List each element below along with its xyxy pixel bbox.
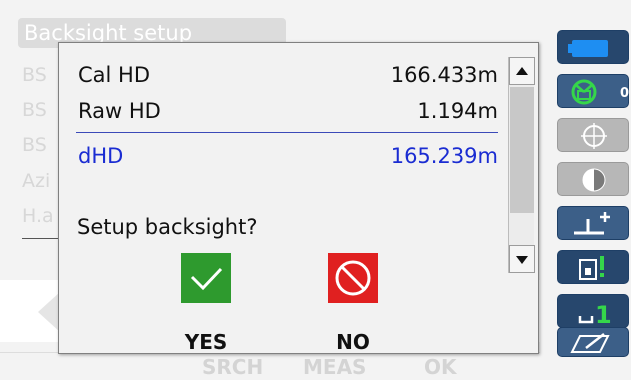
scroll-up-button[interactable] bbox=[509, 57, 535, 85]
prohibited-icon bbox=[328, 253, 378, 303]
battery-icon bbox=[568, 40, 608, 57]
page-left-arrow-icon bbox=[38, 292, 60, 332]
prism-half-circle-icon bbox=[582, 168, 606, 192]
memory-card-icon bbox=[579, 256, 604, 280]
instrument-screen: Backsight setup BS BS BS Azi H.a SRCH ME… bbox=[0, 0, 631, 380]
background-row-label: BS bbox=[22, 99, 47, 121]
raw-hd-row: Raw HD 1.194m bbox=[78, 97, 498, 125]
height-button[interactable] bbox=[557, 206, 629, 240]
cal-hd-row: Cal HD 166.433m bbox=[78, 61, 498, 89]
yes-label[interactable]: YES bbox=[166, 330, 246, 354]
softkey-ok: OK bbox=[424, 355, 457, 379]
input-mode-button[interactable] bbox=[557, 327, 629, 357]
checkmark-icon bbox=[181, 253, 231, 303]
no-button[interactable] bbox=[328, 253, 378, 303]
scroll-thumb[interactable] bbox=[510, 87, 534, 213]
background-row-label: Azi bbox=[22, 170, 51, 192]
dialog-scrollbar[interactable] bbox=[508, 57, 535, 273]
instrument-height-plus-icon bbox=[574, 212, 610, 235]
softkey-bar: SRCH MEAS OK bbox=[0, 352, 540, 380]
svg-text:1: 1 bbox=[595, 301, 612, 328]
no-label[interactable]: NO bbox=[313, 330, 393, 354]
target-count: 0 bbox=[620, 86, 630, 101]
yes-button[interactable] bbox=[181, 253, 231, 303]
background-row-label: H.a bbox=[22, 205, 54, 227]
cal-hd-label: Cal HD bbox=[78, 63, 151, 87]
softkey-meas: MEAS bbox=[303, 355, 367, 379]
arrow-up-icon bbox=[516, 67, 528, 75]
arrow-down-icon bbox=[516, 256, 528, 264]
cal-hd-value: 166.433m bbox=[390, 63, 498, 87]
background-row-label: BS bbox=[22, 64, 47, 86]
softkey-srch: SRCH bbox=[202, 355, 264, 379]
scroll-down-button[interactable] bbox=[509, 245, 535, 273]
background-row-label: BS bbox=[22, 134, 47, 156]
target-tilt-icon bbox=[571, 79, 597, 105]
dhd-value: 165.239m bbox=[390, 144, 498, 168]
memory-button[interactable] bbox=[557, 250, 629, 284]
face-1-icon: 1 bbox=[578, 301, 612, 328]
prism-button[interactable] bbox=[557, 162, 629, 196]
target-button[interactable] bbox=[557, 74, 629, 108]
face-button[interactable]: 1 bbox=[557, 294, 629, 328]
result-divider bbox=[76, 132, 498, 133]
raw-hd-value: 1.194m bbox=[417, 99, 498, 123]
confirm-question: Setup backsight? bbox=[77, 215, 258, 239]
raw-hd-label: Raw HD bbox=[78, 99, 161, 123]
input-mode-icon bbox=[570, 333, 610, 353]
battery-button[interactable] bbox=[557, 30, 629, 64]
crosshair-button[interactable] bbox=[557, 118, 629, 152]
dhd-label: dHD bbox=[78, 144, 124, 168]
crosshair-icon bbox=[581, 123, 607, 149]
status-icon-column: 1 bbox=[557, 30, 629, 360]
backsight-confirm-dialog: Cal HD 166.433m Raw HD 1.194m dHD 165.23… bbox=[58, 42, 539, 354]
dhd-row: dHD 165.239m bbox=[78, 142, 498, 170]
